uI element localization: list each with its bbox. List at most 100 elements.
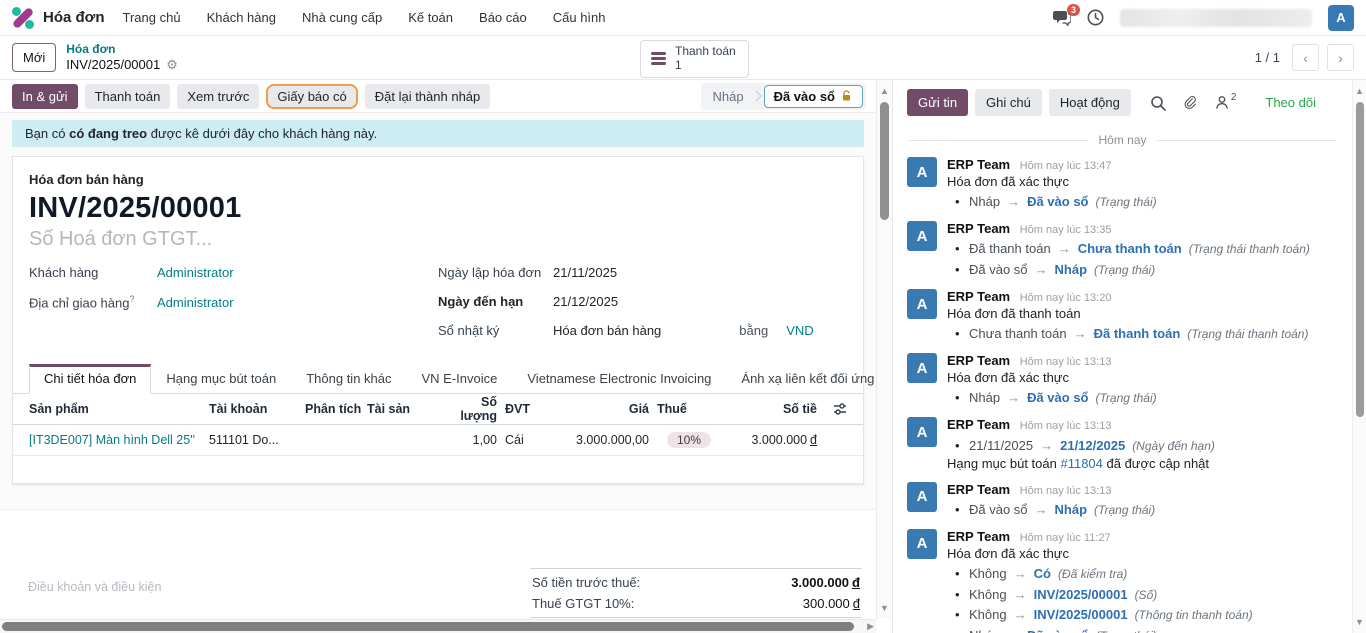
line-uom[interactable]: Cái — [505, 433, 547, 447]
tracking-changes: 21/11/2025→21/12/2025(Ngày đến hạn) — [953, 435, 1344, 456]
smart-button-count: 1 — [675, 59, 736, 73]
status-draft[interactable]: Nháp — [701, 86, 756, 107]
chevron-right-icon: › — [1338, 50, 1343, 66]
messages-icon[interactable]: 3 — [1053, 10, 1071, 26]
pager-previous-button[interactable]: ‹ — [1292, 44, 1319, 71]
user-avatar[interactable]: A — [1328, 5, 1354, 31]
scrollbar-thumb[interactable] — [2, 622, 854, 631]
column-analytic[interactable]: Phân tích — [305, 402, 367, 416]
message-time: Hôm nay lúc 11:27 — [1020, 532, 1111, 544]
date-divider: Hôm nay — [909, 133, 1336, 147]
column-account[interactable]: Tài khoản — [209, 402, 305, 416]
column-uom[interactable]: ĐVT — [505, 402, 547, 416]
line-price[interactable]: 3.000.000,00 — [547, 433, 657, 447]
journal-entries-icon — [651, 52, 666, 65]
column-price[interactable]: Giá — [547, 402, 657, 416]
line-quantity[interactable]: 1,00 — [441, 433, 505, 447]
currency-value[interactable]: VND — [786, 323, 813, 338]
invoice-line-row[interactable]: [IT3DE007] Màn hình Dell 25'' 511101 Do.… — [13, 425, 863, 456]
line-account[interactable]: 511101 Do... — [209, 433, 305, 447]
terms-placeholder[interactable]: Điều khoản và điều kiện — [28, 568, 161, 619]
chatter-messages: A ERP Team Hôm nay lúc 13:47 Hóa đơn đã … — [893, 157, 1352, 633]
scrollbar-thumb[interactable] — [1356, 102, 1364, 417]
scroll-right-icon[interactable]: ▶ — [867, 621, 874, 632]
invoice-date-value[interactable]: 21/11/2025 — [553, 265, 617, 280]
menu-item-reports[interactable]: Báo cáo — [479, 10, 527, 25]
company-name-blurred[interactable] — [1120, 9, 1312, 27]
vat-invoice-number-placeholder[interactable]: Số Hoá đơn GTGT... — [29, 228, 847, 251]
tab-vn-einvoice[interactable]: VN E-Invoice — [407, 364, 513, 393]
follow-button[interactable]: Theo dõi — [1265, 95, 1316, 110]
outstanding-credits-link[interactable]: có đang treo — [69, 126, 147, 141]
pager-next-button[interactable]: › — [1327, 44, 1354, 71]
message-text: Hóa đơn đã xác thực — [947, 370, 1344, 387]
scroll-up-icon[interactable]: ▲ — [877, 86, 892, 96]
message-author: ERP Team — [947, 221, 1010, 236]
scroll-down-icon[interactable]: ▼ — [1353, 617, 1366, 627]
customer-value[interactable]: Administrator — [157, 265, 234, 280]
scroll-down-icon[interactable]: ▼ — [877, 603, 892, 613]
breadcrumb: Hóa đơn INV/2025/00001 ⚙ — [66, 42, 178, 73]
status-posted[interactable]: Đã vào sổ — [764, 85, 863, 108]
line-product[interactable]: [IT3DE007] Màn hình Dell 25'' — [29, 433, 209, 447]
due-date-value[interactable]: 21/12/2025 — [553, 294, 618, 309]
message-avatar: A — [907, 482, 937, 512]
message-author: ERP Team — [947, 157, 1010, 172]
app-title: Hóa đơn — [43, 9, 105, 26]
line-tax-badge[interactable]: 10% — [667, 432, 711, 448]
print-send-button[interactable]: In & gửi — [12, 84, 78, 109]
app-brand[interactable]: Hóa đơn — [12, 7, 105, 29]
column-quantity[interactable]: Số lượng — [441, 395, 505, 423]
breadcrumb-link[interactable]: Hóa đơn — [66, 42, 178, 57]
message-text: Hóa đơn đã thanh toán — [947, 306, 1344, 323]
line-amount: 3.000.000đ — [721, 433, 825, 447]
column-product[interactable]: Sản phẩm — [29, 402, 209, 416]
chatter-message: A ERP Team Hôm nay lúc 13:13 Hóa đơn đã … — [907, 353, 1344, 408]
column-tax[interactable]: Thuế — [657, 402, 721, 416]
journal-value[interactable]: Hóa đơn bán hàng — [553, 323, 661, 338]
new-button[interactable]: Mới — [12, 43, 56, 72]
preview-button[interactable]: Xem trước — [177, 84, 259, 109]
chatter-message: A ERP Team Hôm nay lúc 13:35 Đã thanh to… — [907, 221, 1344, 280]
send-message-button[interactable]: Gửi tin — [907, 89, 968, 116]
chatter-scrollbar[interactable]: ▲ ▼ — [1352, 80, 1366, 633]
journal-item-link[interactable]: #11804 — [1060, 456, 1102, 471]
menu-item-accounting[interactable]: Kế toán — [408, 10, 453, 25]
form-vertical-scrollbar[interactable]: ▲ ▼ — [876, 80, 892, 619]
chatter-message: A ERP Team Hôm nay lúc 13:20 Hóa đơn đã … — [907, 289, 1344, 344]
menu-item-vendors[interactable]: Nhà cung cấp — [302, 10, 382, 25]
activities-button[interactable]: Hoạt động — [1049, 89, 1131, 116]
tab-counterpart-mapping[interactable]: Ánh xạ liên kết đối ứng — [726, 364, 876, 393]
menu-item-home[interactable]: Trang chủ — [123, 10, 181, 25]
log-note-button[interactable]: Ghi chú — [975, 89, 1042, 116]
tracking-changes: Không→Có(Đã kiểm tra)Không→INV/2025/0000… — [953, 564, 1344, 633]
payments-smart-button[interactable]: Thanh toán 1 — [640, 40, 749, 78]
reset-to-draft-button[interactable]: Đặt lại thành nháp — [365, 84, 491, 109]
chatter-message: A ERP Team Hôm nay lúc 13:13 21/11/2025→… — [907, 417, 1344, 472]
delivery-address-value[interactable]: Administrator — [157, 295, 234, 310]
optional-columns-icon[interactable] — [833, 402, 847, 416]
activity-clock-icon[interactable] — [1087, 9, 1104, 26]
scroll-up-icon[interactable]: ▲ — [1353, 86, 1366, 96]
form-horizontal-scrollbar[interactable]: ▶ — [0, 619, 876, 633]
menu-item-config[interactable]: Cấu hình — [553, 10, 606, 25]
message-footer: Hạng mục bút toán #11804 đã được cập nhậ… — [947, 456, 1344, 473]
search-icon[interactable] — [1150, 95, 1166, 111]
due-date-label: Ngày đến hạn — [438, 294, 553, 309]
smart-button-label: Thanh toán — [675, 45, 736, 59]
column-amount[interactable]: Số tiề — [721, 402, 825, 416]
paperclip-icon[interactable] — [1183, 95, 1198, 111]
tab-other-info[interactable]: Thông tin khác — [291, 364, 406, 393]
tab-journal-items[interactable]: Hạng mục bút toán — [151, 364, 291, 393]
tab-invoice-lines[interactable]: Chi tiết hóa đơn — [29, 364, 151, 394]
add-line-row[interactable] — [13, 456, 863, 484]
scrollbar-thumb[interactable] — [880, 102, 889, 220]
column-asset[interactable]: Tài sản — [367, 402, 441, 416]
settings-gear-icon[interactable]: ⚙ — [166, 57, 178, 73]
tab-vietnamese-electronic-invoicing[interactable]: Vietnamese Electronic Invoicing — [512, 364, 726, 393]
credit-note-button[interactable]: Giấy báo có — [266, 84, 357, 109]
menu-item-customers[interactable]: Khách hàng — [207, 10, 276, 25]
tax-totals: Số tiền trước thuế: 3.000.000đ Thuế GTGT… — [530, 568, 862, 619]
followers-icon[interactable]: 2 — [1215, 95, 1237, 110]
register-payment-button[interactable]: Thanh toán — [85, 84, 171, 109]
